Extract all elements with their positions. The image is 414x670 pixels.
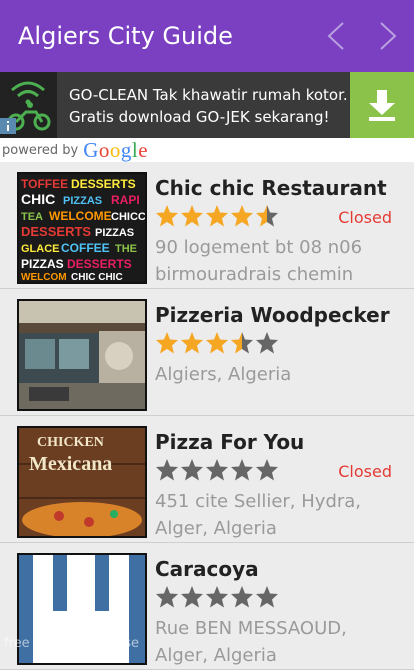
star-icon (231, 205, 253, 227)
svg-text:PIZZAS: PIZZAS (95, 227, 134, 239)
google-logo: Google (83, 137, 149, 162)
svg-text:DESSERTS: DESSERTS (21, 224, 91, 239)
rating-stars (155, 458, 280, 482)
powered-by-label: powered by (2, 142, 79, 158)
star-icon (206, 332, 228, 354)
place-thumbnail: TOFFEE DESSERTS CHIC PIZZAS RAPI TEA WELCOME… (17, 172, 147, 284)
star-icon (231, 459, 253, 481)
place-thumbnail (17, 299, 147, 411)
place-name: Pizza For You (155, 430, 305, 454)
star-icon (206, 586, 228, 608)
svg-text:THE: THE (115, 243, 137, 255)
svg-text:PIZZAS: PIZZAS (21, 257, 64, 271)
powered-by-google: powered by Google (0, 138, 414, 162)
star-icon (181, 205, 203, 227)
svg-text:DESSERTS: DESSERTS (71, 177, 136, 191)
star-icon (206, 205, 228, 227)
star-icon (156, 205, 178, 227)
svg-text:WELCOM: WELCOM (21, 272, 67, 282)
chevron-left-icon (327, 22, 344, 50)
svg-text:TOFFEE: TOFFEE (21, 177, 68, 191)
svg-text:CHICKEN: CHICKEN (37, 435, 104, 450)
status-badge: Closed (338, 462, 392, 481)
star-icon (181, 459, 203, 481)
star-icon (206, 459, 228, 481)
star-icon (156, 459, 178, 481)
star-icon (181, 586, 203, 608)
svg-text:TEA: TEA (21, 211, 43, 223)
download-icon (369, 90, 395, 121)
chevron-right-icon (380, 22, 397, 50)
star-icon (256, 332, 278, 354)
svg-text:WELCOME: WELCOME (49, 209, 112, 223)
list-item[interactable]: CHICKEN Mexicana Pizza For You Closed 45… (0, 416, 414, 543)
app-title: Algiers City Guide (18, 22, 233, 50)
place-thumbnail: CHICKEN Mexicana (17, 426, 147, 538)
svg-text:COFFEE: COFFEE (61, 241, 110, 255)
watermark: free for personal use (4, 636, 140, 651)
place-name: Chic chic Restaurant (155, 176, 387, 200)
svg-text:DESSERTS: DESSERTS (67, 257, 132, 271)
svg-text:CHIC CHIC: CHIC CHIC (71, 272, 123, 282)
list-item[interactable]: TOFFEE DESSERTS CHIC PIZZAS RAPI TEA WELCOME… (0, 162, 414, 289)
status-badge: Closed (338, 208, 392, 227)
svg-text:RAPI: RAPI (111, 193, 140, 207)
ad-download-button[interactable] (350, 72, 414, 138)
place-address: Rue BEN MESSAOUD, Alger, Algeria (155, 618, 347, 666)
ad-info-icon[interactable] (0, 118, 16, 134)
star-icon (231, 586, 253, 608)
app-bar: Algiers City Guide (0, 0, 414, 72)
star-icon (231, 332, 253, 354)
svg-text:Mexicana: Mexicana (29, 453, 112, 475)
rating-stars (155, 585, 280, 609)
place-address: 90 logement bt 08 n06 birmouradrais chem… (155, 237, 363, 285)
svg-text:CHIC: CHIC (21, 191, 55, 207)
star-icon (256, 586, 278, 608)
list-item[interactable]: Pizzeria Woodpecker Algiers, Algeria (0, 289, 414, 416)
place-name: Pizzeria Woodpecker (155, 303, 390, 327)
place-address: Algiers, Algeria (155, 364, 292, 385)
ad-text: GO-CLEAN Tak khawatir rumah kotor. Grati… (69, 86, 348, 126)
ad-banner[interactable]: GO-CLEAN Tak khawatir rumah kotor. Grati… (0, 72, 414, 138)
star-icon (256, 205, 278, 227)
place-address: 451 cite Sellier, Hydra, Alger, Algeria (155, 491, 362, 539)
svg-text:PIZZAS: PIZZAS (63, 195, 102, 207)
previous-button[interactable] (310, 0, 362, 72)
place-name: Caracoya (155, 557, 259, 581)
rating-stars (155, 331, 280, 355)
star-icon (156, 586, 178, 608)
next-button[interactable] (362, 0, 414, 72)
places-list: TOFFEE DESSERTS CHIC PIZZAS RAPI TEA WELCOME… (0, 162, 414, 670)
rating-stars (155, 204, 280, 228)
star-icon (256, 459, 278, 481)
star-icon (181, 332, 203, 354)
svg-text:GLACE: GLACE (21, 243, 60, 255)
star-icon (156, 332, 178, 354)
svg-text:CHICCH: CHICCH (111, 211, 145, 223)
